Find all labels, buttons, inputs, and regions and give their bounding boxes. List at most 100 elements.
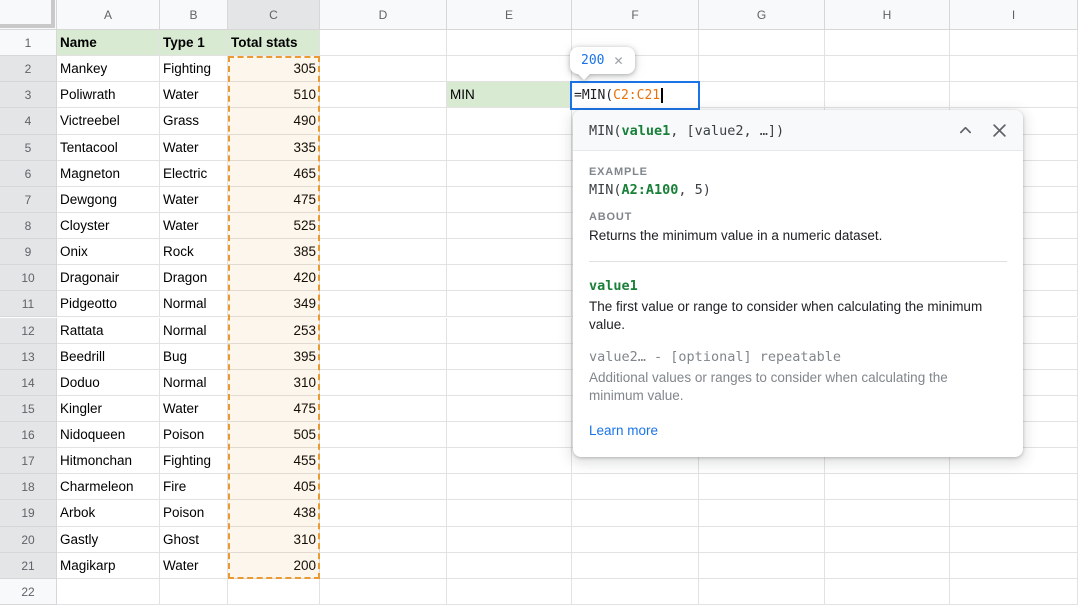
cell-C8[interactable]: 525 [228, 213, 320, 239]
cell-B14[interactable]: Normal [160, 370, 228, 396]
column-header-H[interactable]: H [825, 0, 950, 30]
column-header-B[interactable]: B [160, 0, 228, 30]
cell-I21[interactable] [950, 553, 1078, 579]
cell-C9[interactable]: 385 [228, 239, 320, 265]
learn-more-link[interactable]: Learn more [589, 423, 658, 438]
cell-D17[interactable] [320, 448, 447, 474]
cell-A21[interactable]: Magikarp [57, 553, 160, 579]
cell-B15[interactable]: Water [160, 396, 228, 422]
cell-C22[interactable] [228, 579, 320, 605]
cell-D9[interactable] [320, 239, 447, 265]
row-header-6[interactable]: 6 [0, 161, 57, 187]
cell-C4[interactable]: 490 [228, 108, 320, 134]
row-header-2[interactable]: 2 [0, 56, 57, 82]
cell-D15[interactable] [320, 396, 447, 422]
cell-H19[interactable] [825, 500, 950, 526]
cell-H3[interactable] [825, 82, 950, 108]
cell-I2[interactable] [950, 56, 1078, 82]
cell-E7[interactable] [447, 187, 572, 213]
cell-A19[interactable]: Arbok [57, 500, 160, 526]
cell-D12[interactable] [320, 318, 447, 344]
cell-C19[interactable]: 438 [228, 500, 320, 526]
cell-E17[interactable] [447, 448, 572, 474]
cell-B18[interactable]: Fire [160, 474, 228, 500]
cell-A17[interactable]: Hitmonchan [57, 448, 160, 474]
cell-C11[interactable]: 349 [228, 291, 320, 317]
cell-H1[interactable] [825, 30, 950, 56]
cell-A4[interactable]: Victreebel [57, 108, 160, 134]
cell-C20[interactable]: 310 [228, 527, 320, 553]
cell-E18[interactable] [447, 474, 572, 500]
cell-E16[interactable] [447, 422, 572, 448]
cell-B19[interactable]: Poison [160, 500, 228, 526]
cell-B9[interactable]: Rock [160, 239, 228, 265]
column-header-I[interactable]: I [950, 0, 1078, 30]
cell-I18[interactable] [950, 474, 1078, 500]
cell-E9[interactable] [447, 239, 572, 265]
cell-A8[interactable]: Cloyster [57, 213, 160, 239]
cell-E10[interactable] [447, 265, 572, 291]
cell-F22[interactable] [572, 579, 699, 605]
cell-G2[interactable] [699, 56, 825, 82]
cell-B11[interactable]: Normal [160, 291, 228, 317]
cell-C5[interactable]: 335 [228, 135, 320, 161]
cell-H20[interactable] [825, 527, 950, 553]
cell-F20[interactable] [572, 527, 699, 553]
cell-B10[interactable]: Dragon [160, 265, 228, 291]
row-header-1[interactable]: 1 [0, 30, 57, 56]
column-header-F[interactable]: F [572, 0, 699, 30]
cell-A5[interactable]: Tentacool [57, 135, 160, 161]
cell-B7[interactable]: Water [160, 187, 228, 213]
cell-C18[interactable]: 405 [228, 474, 320, 500]
cell-A18[interactable]: Charmeleon [57, 474, 160, 500]
dismiss-preview-icon[interactable]: ✕ [613, 54, 623, 68]
row-header-12[interactable]: 12 [0, 318, 57, 344]
cell-E12[interactable] [447, 318, 572, 344]
cell-D19[interactable] [320, 500, 447, 526]
row-header-11[interactable]: 11 [0, 291, 57, 317]
row-header-9[interactable]: 9 [0, 239, 57, 265]
cell-B17[interactable]: Fighting [160, 448, 228, 474]
cell-B3[interactable]: Water [160, 82, 228, 108]
cell-D3[interactable] [320, 82, 447, 108]
cell-H22[interactable] [825, 579, 950, 605]
cell-B6[interactable]: Electric [160, 161, 228, 187]
column-header-E[interactable]: E [447, 0, 572, 30]
row-header-20[interactable]: 20 [0, 527, 57, 553]
cell-E21[interactable] [447, 553, 572, 579]
cell-A9[interactable]: Onix [57, 239, 160, 265]
cell-B2[interactable]: Fighting [160, 56, 228, 82]
cell-A15[interactable]: Kingler [57, 396, 160, 422]
row-header-18[interactable]: 18 [0, 474, 57, 500]
column-header-G[interactable]: G [699, 0, 825, 30]
cell-C16[interactable]: 505 [228, 422, 320, 448]
cell-A22[interactable] [57, 579, 160, 605]
close-popup-button[interactable] [990, 121, 1009, 140]
row-header-17[interactable]: 17 [0, 448, 57, 474]
cell-B20[interactable]: Ghost [160, 527, 228, 553]
cell-G3[interactable] [699, 82, 825, 108]
cell-D21[interactable] [320, 553, 447, 579]
cell-D11[interactable] [320, 291, 447, 317]
cell-G21[interactable] [699, 553, 825, 579]
cell-E6[interactable] [447, 161, 572, 187]
cell-G22[interactable] [699, 579, 825, 605]
cell-A12[interactable]: Rattata [57, 318, 160, 344]
cell-B12[interactable]: Normal [160, 318, 228, 344]
column-header-C[interactable]: C [228, 0, 320, 30]
cell-D6[interactable] [320, 161, 447, 187]
cell-B4[interactable]: Grass [160, 108, 228, 134]
cell-C3[interactable]: 510 [228, 82, 320, 108]
cell-D7[interactable] [320, 187, 447, 213]
row-header-22[interactable]: 22 [0, 579, 57, 605]
select-all-corner[interactable] [0, 0, 57, 30]
row-header-10[interactable]: 10 [0, 265, 57, 291]
column-header-D[interactable]: D [320, 0, 447, 30]
cell-D10[interactable] [320, 265, 447, 291]
row-header-21[interactable]: 21 [0, 553, 57, 579]
cell-I19[interactable] [950, 500, 1078, 526]
cell-G20[interactable] [699, 527, 825, 553]
cell-D20[interactable] [320, 527, 447, 553]
cell-B22[interactable] [160, 579, 228, 605]
cell-B16[interactable]: Poison [160, 422, 228, 448]
